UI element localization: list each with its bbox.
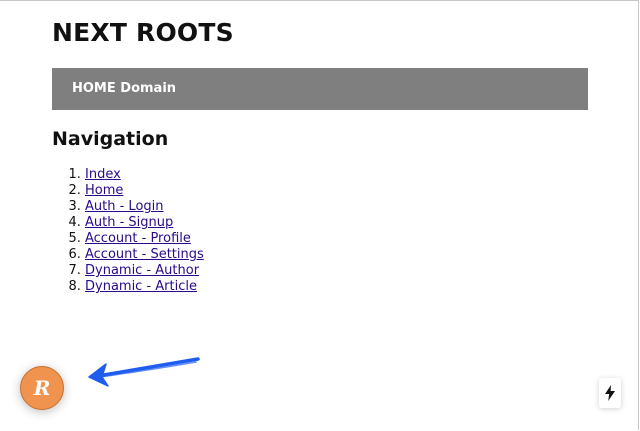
nav-item-index: Index	[85, 167, 204, 183]
r-logo-floating-button[interactable]: R	[20, 366, 64, 410]
navigation-list: Index Home Auth - Login Auth - Signup Ac…	[52, 167, 204, 295]
navigation-heading: Navigation	[52, 128, 169, 150]
blue-arrow-icon	[88, 357, 200, 387]
domain-banner: HOME Domain	[52, 68, 588, 110]
nav-item-dynamic-author: Dynamic - Author	[85, 263, 204, 279]
nav-link-auth-signup[interactable]: Auth - Signup	[85, 215, 173, 230]
nav-link-index[interactable]: Index	[85, 167, 121, 182]
nav-link-auth-login[interactable]: Auth - Login	[85, 199, 164, 214]
nav-item-auth-signup: Auth - Signup	[85, 215, 204, 231]
nav-item-auth-login: Auth - Login	[85, 199, 204, 215]
nav-link-dynamic-article[interactable]: Dynamic - Article	[85, 279, 197, 294]
r-logo-icon: R	[33, 376, 51, 400]
lightning-bolt-icon	[605, 385, 615, 401]
lightning-badge-button[interactable]	[599, 378, 621, 408]
nav-item-home: Home	[85, 183, 204, 199]
nav-item-account-profile: Account - Profile	[85, 231, 204, 247]
site-title: NEXT ROOTS	[52, 18, 234, 47]
domain-label: HOME Domain	[72, 81, 177, 96]
nav-link-account-settings[interactable]: Account - Settings	[85, 247, 204, 262]
nav-item-dynamic-article: Dynamic - Article	[85, 279, 204, 295]
nav-link-dynamic-author[interactable]: Dynamic - Author	[85, 263, 199, 278]
nav-item-account-settings: Account - Settings	[85, 247, 204, 263]
nav-link-account-profile[interactable]: Account - Profile	[85, 231, 191, 246]
nav-link-home[interactable]: Home	[85, 183, 123, 198]
